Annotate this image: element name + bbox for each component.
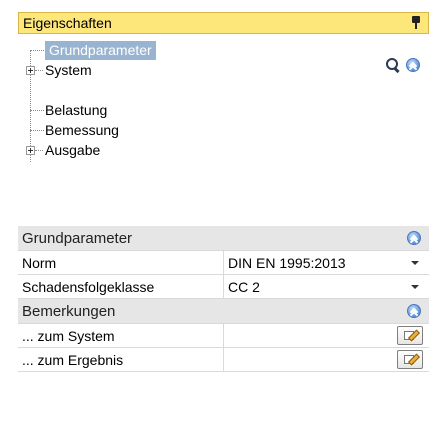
tree-item-label: System [45,62,92,78]
property-row-zum-ergebnis: ... zum Ergebnis [18,348,429,372]
tree-item-label: Grundparameter [45,40,156,60]
tree-item-label: Belastung [45,102,108,118]
search-icon[interactable] [386,58,400,74]
collapse-icon[interactable] [406,58,420,72]
property-value-cell [223,324,429,347]
chevron-down-icon[interactable] [411,261,419,265]
property-label: ... zum Ergebnis [22,351,124,368]
section-title: Grundparameter [22,229,133,247]
property-label: ... zum System [22,327,115,344]
norm-dropdown[interactable]: DIN EN 1995:2013 [223,251,429,274]
panel-title: Eigenschaften [23,15,112,31]
edit-remark-ergebnis-button[interactable] [397,350,423,369]
section-header-bemerkungen[interactable]: Bemerkungen [18,299,429,324]
collapse-icon[interactable] [407,304,421,318]
expand-icon[interactable] [26,66,35,75]
property-value: CC 2 [228,278,260,295]
property-row-schadensfolgeklasse: Schadensfolgeklasse CC 2 [18,275,429,299]
chevron-down-icon[interactable] [411,285,419,289]
property-row-norm: Norm DIN EN 1995:2013 [18,251,429,275]
tree-item-system[interactable]: System [45,60,92,80]
collapse-icon[interactable] [407,231,421,245]
property-row-zum-system: ... zum System [18,324,429,348]
properties-panel-header: Eigenschaften [18,12,429,34]
schadensfolgeklasse-dropdown[interactable]: CC 2 [223,275,429,298]
section-title: Bemerkungen [22,302,116,320]
property-label: Norm [22,254,57,271]
tree-item-ausgabe[interactable]: Ausgabe [45,140,100,160]
tree-item-bemessung[interactable]: Bemessung [45,120,119,140]
navigation-tree: Grundparameter System Belastung Bemessun… [22,40,382,190]
edit-remark-system-button[interactable] [397,326,423,345]
property-value-cell [223,348,429,371]
tree-item-grundparameter[interactable]: Grundparameter [45,40,156,60]
tree-item-label: Ausgabe [45,142,101,158]
tree-item-belastung[interactable]: Belastung [45,100,107,120]
section-header-grundparameter[interactable]: Grundparameter [18,226,429,251]
expand-icon[interactable] [26,146,35,155]
tree-item-label: Bemessung [45,122,119,138]
property-label: Schadensfolgeklasse [22,278,155,295]
property-value: DIN EN 1995:2013 [228,254,346,271]
property-grid: Grundparameter Norm DIN EN 1995:2013 Sch… [18,226,429,372]
pin-icon[interactable] [410,16,422,30]
